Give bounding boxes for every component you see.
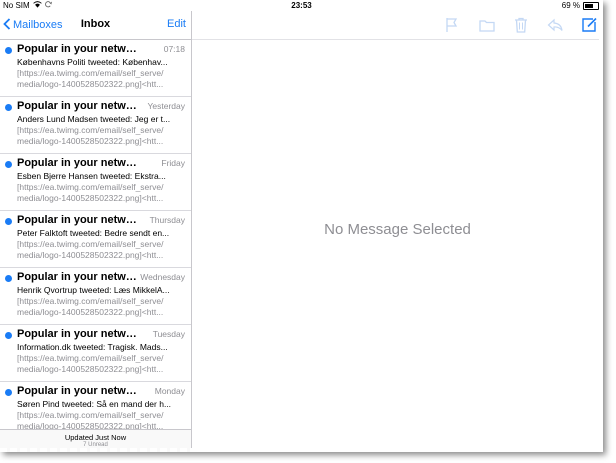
message-list: Popular in your network 07:18 Københavns…: [0, 40, 191, 430]
message-sender: Popular in your network: [17, 100, 142, 112]
message-preview-line: [https://ea.twimg.com/email/self_serve/: [17, 353, 164, 363]
message-preview-line: [https://ea.twimg.com/email/self_serve/: [17, 410, 164, 420]
message-preview-line: [https://ea.twimg.com/email/self_serve/: [17, 68, 164, 78]
message-sender: Popular in your netwo...: [17, 271, 141, 283]
message-row[interactable]: Popular in your network Thursday Peter F…: [0, 211, 191, 268]
message-sender: Popular in your network: [17, 328, 142, 340]
message-date: Monday: [154, 386, 185, 396]
message-row[interactable]: Popular in your network 07:18 Københavns…: [0, 40, 191, 97]
message-preview-line: media/logo-1400528502322.png]<htt...: [17, 364, 164, 374]
message-toolbar: [192, 11, 603, 40]
battery-icon: [583, 1, 599, 10]
message-row[interactable]: Popular in your network Friday Esben Bje…: [0, 154, 191, 211]
battery-fill: [585, 3, 593, 8]
message-preview-line: [https://ea.twimg.com/email/self_serve/: [17, 125, 164, 135]
message-row[interactable]: Popular in your netwo... Wednesday Henri…: [0, 268, 191, 325]
message-preview: [https://ea.twimg.com/email/self_serve/ …: [17, 68, 185, 90]
message-preview-line: [https://ea.twimg.com/email/self_serve/: [17, 296, 164, 306]
message-preview-line: [https://ea.twimg.com/email/self_serve/: [17, 239, 164, 249]
message-sender: Popular in your network: [17, 385, 142, 397]
message-date: Wednesday: [140, 272, 185, 282]
status-right: 69 %: [562, 1, 599, 10]
screenshot-frame: No SIM 23:53 69 % Mailboxes Inbox Edit P…: [0, 0, 603, 452]
message-preview-line: media/logo-1400528502322.png]<htt...: [17, 193, 164, 203]
message-preview-line: media/logo-1400528502322.png]<htt...: [17, 307, 164, 317]
unread-dot-icon: [5, 275, 12, 282]
trash-icon[interactable]: [512, 16, 530, 34]
inbox-title: Inbox: [80, 18, 111, 30]
message-subject: Esben Bjerre Hansen tweeted: Ekstra...: [17, 171, 166, 181]
compose-icon[interactable]: [580, 16, 598, 34]
message-preview: [https://ea.twimg.com/email/self_serve/ …: [17, 239, 185, 261]
flag-icon[interactable]: [443, 16, 461, 34]
message-preview-line: media/logo-1400528502322.png]<htt...: [17, 250, 164, 260]
updated-status: Updated Just Now: [64, 433, 127, 442]
mailbox-pane: Mailboxes Inbox Edit Popular in your net…: [0, 11, 192, 452]
message-subject: Henrik Qvortrup tweeted: Læs MikkelA...: [17, 285, 170, 295]
message-row[interactable]: Popular in your network Tuesday Informat…: [0, 325, 191, 382]
message-preview: [https://ea.twimg.com/email/self_serve/ …: [17, 353, 185, 375]
folder-icon[interactable]: [478, 16, 496, 34]
message-row[interactable]: Popular in your network Monday Søren Pin…: [0, 382, 191, 430]
message-subject: Anders Lund Madsen tweeted: Jeg er t...: [17, 114, 171, 124]
message-subject: Information.dk tweeted: Tragisk. Mads...: [17, 342, 168, 352]
message-date: Yesterday: [147, 101, 186, 111]
message-date: Thursday: [149, 215, 185, 225]
message-preview: [https://ea.twimg.com/email/self_serve/ …: [17, 182, 185, 204]
unread-dot-icon: [5, 389, 12, 396]
message-preview-line: [https://ea.twimg.com/email/self_serve/: [17, 182, 164, 192]
message-subject: Søren Pind tweeted: Så en mand der h...: [17, 399, 172, 409]
battery-percent: 69 %: [561, 1, 580, 10]
inbox-navbar: Mailboxes Inbox Edit: [0, 11, 191, 40]
message-row[interactable]: Popular in your network Yesterday Anders…: [0, 97, 191, 154]
message-detail-pane: No Message Selected: [192, 11, 603, 452]
unread-dot-icon: [5, 161, 12, 168]
message-sender: Popular in your network: [17, 157, 142, 169]
message-preview-line: media/logo-1400528502322.png]<htt...: [17, 79, 164, 89]
status-time: 23:53: [291, 1, 312, 10]
message-subject: Københavns Politi tweeted: Københav...: [17, 57, 168, 67]
no-message-placeholder: No Message Selected: [324, 221, 471, 238]
unread-dot-icon: [5, 332, 12, 339]
message-preview: [https://ea.twimg.com/email/self_serve/ …: [17, 296, 185, 318]
message-date: Friday: [161, 158, 185, 168]
message-date: 07:18: [163, 44, 185, 54]
reply-icon[interactable]: [546, 16, 564, 34]
message-preview: [https://ea.twimg.com/email/self_serve/ …: [17, 410, 185, 430]
torn-edge-right: [599, 0, 603, 452]
message-sender: Popular in your network: [17, 214, 142, 226]
message-sender: Popular in your network: [17, 43, 142, 55]
edit-button[interactable]: Edit: [167, 18, 186, 30]
torn-edge-bottom: [0, 448, 603, 452]
status-bar: No SIM 23:53 69 %: [0, 0, 603, 11]
unread-dot-icon: [5, 104, 12, 111]
unread-dot-icon: [5, 47, 12, 54]
message-preview: [https://ea.twimg.com/email/self_serve/ …: [17, 125, 185, 147]
unread-dot-icon: [5, 218, 12, 225]
message-subject: Peter Falktoft tweeted: Bedre sendt en..…: [17, 228, 170, 238]
message-preview-line: media/logo-1400528502322.png]<htt...: [17, 136, 164, 146]
message-date: Tuesday: [152, 329, 185, 339]
